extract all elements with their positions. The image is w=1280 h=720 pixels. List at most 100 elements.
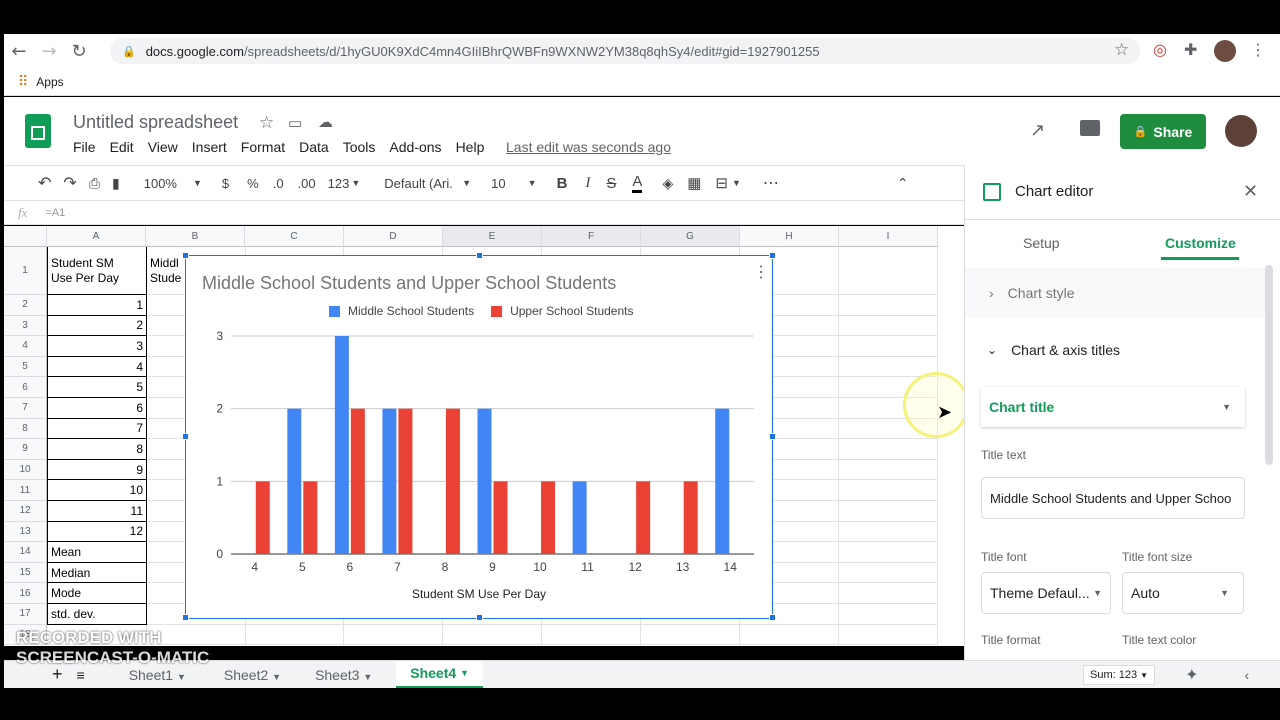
merge-cells-icon[interactable]: ⊟ xyxy=(715,174,728,192)
formula-input[interactable]: =A1 xyxy=(45,207,65,219)
cell-a[interactable]: 4 xyxy=(47,356,147,378)
cell[interactable] xyxy=(740,624,839,646)
fill-color-icon[interactable]: ◈ xyxy=(662,175,673,192)
title-text-input[interactable]: Middle School Students and Upper Schoo xyxy=(981,477,1245,519)
address-bar[interactable]: 🔒 docs.google.com/spreadsheets/d/1hyGU0K… xyxy=(110,38,1140,64)
cell-a[interactable]: 1 xyxy=(47,295,147,316)
cell[interactable] xyxy=(542,624,641,646)
browser-menu-icon[interactable]: ⋮ xyxy=(1250,40,1266,60)
column-header[interactable]: A xyxy=(47,226,146,247)
row-header[interactable]: 14 xyxy=(4,542,47,563)
column-header[interactable]: D xyxy=(344,226,443,247)
cell[interactable] xyxy=(839,336,938,357)
cell-a[interactable]: 12 xyxy=(47,521,147,543)
bar-middle-school[interactable] xyxy=(572,481,587,554)
tab-sheet4[interactable]: Sheet4 ▼ xyxy=(396,660,483,689)
strikethrough-button[interactable]: S xyxy=(606,175,616,192)
cell-a[interactable]: 9 xyxy=(47,459,147,481)
menu-insert[interactable]: Insert xyxy=(192,139,227,155)
cell[interactable] xyxy=(839,583,938,604)
row-header[interactable]: 7 xyxy=(4,398,47,419)
resize-handle[interactable] xyxy=(182,614,189,621)
cell-a[interactable]: Mode xyxy=(47,583,147,604)
all-sheets-icon[interactable]: ≡ xyxy=(77,667,85,683)
cell[interactable] xyxy=(839,521,938,543)
account-avatar[interactable] xyxy=(1225,115,1257,147)
zoom-select[interactable]: 100% xyxy=(144,176,177,191)
profile-avatar[interactable] xyxy=(1214,40,1236,62)
menu-edit[interactable]: Edit xyxy=(110,139,134,155)
row-header[interactable]: 16 xyxy=(4,583,47,604)
cell[interactable] xyxy=(839,247,938,295)
tab-sheet2[interactable]: Sheet2 ▼ xyxy=(224,667,281,683)
italic-button[interactable]: I xyxy=(585,175,590,192)
font-size-select[interactable]: 10 xyxy=(491,176,505,191)
row-header[interactable]: 6 xyxy=(4,377,47,398)
column-header[interactable]: C xyxy=(245,226,344,247)
share-button[interactable]: 🔒 Share xyxy=(1120,114,1206,149)
collapse-side-icon[interactable]: ‹ xyxy=(1244,667,1249,683)
cell-a[interactable]: 6 xyxy=(47,398,147,419)
cell[interactable] xyxy=(839,624,938,646)
paint-format-icon[interactable]: ▮ xyxy=(112,175,120,192)
cell-a[interactable]: 11 xyxy=(47,501,147,522)
bar-middle-school[interactable] xyxy=(477,408,492,554)
chart-container[interactable]: Middle School Students and Upper School … xyxy=(182,252,776,621)
extension-icon[interactable]: ◎ xyxy=(1153,40,1167,60)
row-header[interactable]: 15 xyxy=(4,562,47,584)
row-header[interactable]: 5 xyxy=(4,356,47,378)
print-icon[interactable]: ⎙ xyxy=(89,175,100,192)
puzzle-icon[interactable]: ✚ xyxy=(1184,40,1197,60)
bar-middle-school[interactable] xyxy=(334,336,349,554)
row-header[interactable]: 4 xyxy=(4,336,47,357)
move-folder-icon[interactable]: ▭ xyxy=(288,114,302,132)
bar-middle-school[interactable] xyxy=(715,408,730,554)
row-header[interactable]: 10 xyxy=(4,459,47,481)
row-header[interactable]: 8 xyxy=(4,418,47,440)
cell-a[interactable]: Mean xyxy=(47,542,147,563)
star-icon[interactable]: ☆ xyxy=(259,113,274,133)
bold-button[interactable]: B xyxy=(557,175,568,192)
bookmark-apps[interactable]: Apps xyxy=(36,75,63,89)
title-type-select[interactable]: Chart title ▼ xyxy=(981,387,1245,427)
close-icon[interactable]: ✕ xyxy=(1243,181,1258,202)
cell[interactable] xyxy=(839,439,938,460)
tab-sheet3[interactable]: Sheet3 ▼ xyxy=(315,667,372,683)
text-color-button[interactable]: A xyxy=(632,173,643,193)
column-header[interactable]: G xyxy=(641,226,740,247)
cell[interactable] xyxy=(839,501,938,522)
cell-a[interactable]: Student SM Use Per Day xyxy=(47,247,147,295)
title-font-select[interactable]: Theme Defaul... ▼ xyxy=(981,572,1111,614)
cell[interactable] xyxy=(641,624,740,646)
menu-format[interactable]: Format xyxy=(241,139,285,155)
section-chart-axis-titles[interactable]: ⌄ Chart & axis titles xyxy=(965,325,1265,375)
menu-file[interactable]: File xyxy=(73,139,96,155)
cell[interactable] xyxy=(839,542,938,563)
cell-a[interactable]: 8 xyxy=(47,439,147,460)
editor-scrollbar[interactable] xyxy=(1265,265,1273,465)
cell-a[interactable]: 2 xyxy=(47,315,147,337)
back-icon[interactable]: ← xyxy=(4,36,34,66)
menu-tools[interactable]: Tools xyxy=(343,139,376,155)
row-header[interactable]: 2 xyxy=(4,295,47,316)
sum-indicator[interactable]: Sum: 123 ▼ xyxy=(1082,664,1156,685)
column-header[interactable]: E xyxy=(443,226,542,247)
menu-view[interactable]: View xyxy=(148,139,178,155)
bar-upper-school[interactable] xyxy=(398,408,413,554)
bar-middle-school[interactable] xyxy=(287,408,302,554)
cell[interactable] xyxy=(245,624,344,646)
section-chart-style[interactable]: › Chart style xyxy=(965,268,1265,318)
tab-customize[interactable]: Customize xyxy=(1165,235,1236,251)
resize-handle[interactable] xyxy=(476,252,483,259)
row-header[interactable]: 9 xyxy=(4,439,47,460)
borders-icon[interactable]: ▦ xyxy=(687,174,701,192)
cell-a[interactable]: 3 xyxy=(47,336,147,357)
row-header[interactable]: 1 xyxy=(4,247,47,295)
undo-icon[interactable]: ↶ xyxy=(38,173,51,193)
cell-a[interactable]: 10 xyxy=(47,480,147,501)
row-header[interactable]: 12 xyxy=(4,501,47,522)
forward-icon[interactable]: → xyxy=(34,36,64,66)
cell[interactable] xyxy=(839,295,938,316)
cell[interactable] xyxy=(344,624,443,646)
document-title[interactable]: Untitled spreadsheet xyxy=(73,112,238,133)
